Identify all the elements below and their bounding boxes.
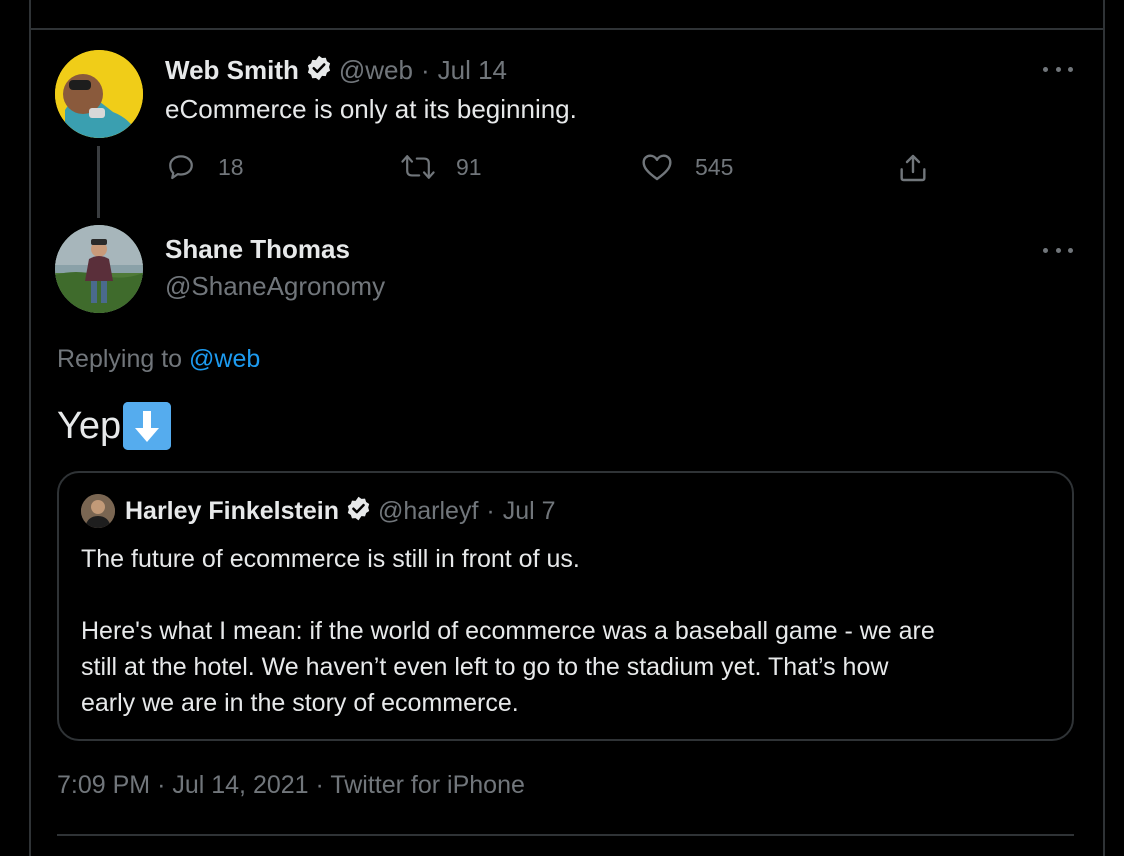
replying-to-handle-link[interactable]: @web <box>189 345 260 373</box>
quoted-author-handle: @harleyf <box>377 496 479 525</box>
quoted-tweet-text: The future of ecommerce is still in fron… <box>81 541 1051 721</box>
reply-author-handle[interactable]: @ShaneAgronomy <box>165 271 385 302</box>
heart-icon <box>642 154 672 181</box>
quoted-text-line: early we are in the story of ecommerce. <box>81 689 519 717</box>
meta-separator: · <box>486 496 495 525</box>
retweet-button[interactable]: 91 <box>400 152 482 182</box>
reply-button[interactable]: 18 <box>166 152 244 182</box>
parent-tweet-header: Web Smith @web · Jul 14 <box>165 54 507 87</box>
reply-tweet-text: Yep <box>57 402 172 450</box>
parent-tweet-text: eCommerce is only at its beginning. <box>165 94 577 124</box>
web-smith-avatar[interactable] <box>55 50 143 138</box>
author-handle[interactable]: @web <box>339 55 413 86</box>
quoted-tweet-card[interactable]: Harley Finkelstein @harleyf · Jul 7 The … <box>57 471 1074 741</box>
tweet-timestamp: 7:09 PM · Jul 14, 2021 · Twitter for iPh… <box>57 771 525 800</box>
shane-thomas-avatar[interactable] <box>55 225 143 313</box>
like-button[interactable]: 545 <box>641 152 733 182</box>
meta-separator: · <box>157 771 166 799</box>
tweet-date[interactable]: Jul 14 <box>438 55 507 86</box>
quoted-text-line: still at the hotel. We haven’t even left… <box>81 653 889 681</box>
retweet-count: 91 <box>456 153 482 180</box>
verified-badge-icon <box>345 495 372 527</box>
more-icon[interactable] <box>1043 245 1073 255</box>
meta-separator: · <box>315 771 324 799</box>
like-count: 545 <box>695 153 734 180</box>
timestamp-date-link[interactable]: Jul 14, 2021 <box>172 771 308 799</box>
reply-count: 18 <box>218 153 244 180</box>
replying-to: Replying to @web <box>57 345 260 374</box>
reply-author-name[interactable]: Shane Thomas <box>165 234 350 265</box>
share-icon <box>900 154 926 182</box>
share-button[interactable] <box>897 152 929 184</box>
author-name[interactable]: Web Smith <box>165 55 299 86</box>
divider <box>57 834 1074 836</box>
quoted-text-line: Here's what I mean: if the world of ecom… <box>81 617 935 645</box>
quoted-author-name: Harley Finkelstein <box>125 496 339 525</box>
quoted-text-line: The future of ecommerce is still in fron… <box>81 545 580 573</box>
verified-badge-icon <box>305 54 333 87</box>
down-arrow-emoji-icon <box>123 402 172 450</box>
more-icon[interactable] <box>1043 64 1073 74</box>
quoted-tweet-header: Harley Finkelstein @harleyf · Jul 7 <box>125 495 556 527</box>
reply-icon <box>169 155 193 180</box>
tweet-source-link[interactable]: Twitter for iPhone <box>330 771 525 799</box>
thread-connector <box>97 146 100 218</box>
retweet-icon <box>401 155 435 179</box>
meta-separator: · <box>420 55 430 85</box>
replying-to-label: Replying to <box>57 345 183 373</box>
divider <box>29 28 1105 30</box>
quoted-author-avatar <box>81 494 115 528</box>
timestamp-time-link[interactable]: 7:09 PM <box>57 771 150 799</box>
quoted-tweet-date: Jul 7 <box>502 496 556 525</box>
reply-text: Yep <box>57 404 122 447</box>
